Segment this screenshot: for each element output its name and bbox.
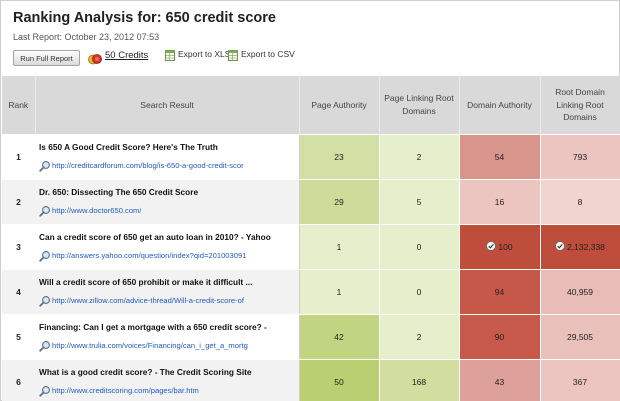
domain-authority-cell: 16 <box>458 178 541 225</box>
page-authority-cell: 42 <box>298 313 380 360</box>
search-result-cell: Will a credit score of 650 prohibit or m… <box>35 268 299 314</box>
rank-cell: 3 <box>2 223 35 269</box>
report-panel: Ranking Analysis for: 650 credit score L… <box>0 0 620 401</box>
page-linking-root-domains-cell: 0 <box>378 268 460 315</box>
table-body: 1 Is 650 A Good Credit Score? Here's The… <box>2 133 620 401</box>
check-circle-icon <box>486 241 497 251</box>
table-row: 1 Is 650 A Good Credit Score? Here's The… <box>2 133 620 180</box>
rank-cell: 4 <box>2 268 35 314</box>
search-result-cell: Financing: Can I get a mortgage with a 6… <box>35 313 299 359</box>
domain-authority-cell: 100 <box>458 223 541 270</box>
magnifier-icon[interactable] <box>39 205 51 217</box>
result-title[interactable]: What is a good credit score? - The Credi… <box>39 367 299 377</box>
column-header-page-linking-root-domains[interactable]: Page Linking Root Domains <box>379 76 460 134</box>
coins-icon <box>88 54 102 65</box>
page-linking-root-domains-cell: 0 <box>378 223 460 270</box>
table-row: 3 Can a credit score of 650 get an auto … <box>2 223 620 270</box>
table-row: 6 What is a good credit score? - The Cre… <box>2 358 620 401</box>
page-title: Ranking Analysis for: 650 credit score <box>13 10 276 26</box>
search-result-cell: Can a credit score of 650 get an auto lo… <box>35 223 299 269</box>
table-row: 4 Will a credit score of 650 prohibit or… <box>2 268 620 315</box>
domain-authority-cell: 43 <box>458 358 541 401</box>
result-title[interactable]: Dr. 650: Dissecting The 650 Credit Score <box>39 187 299 197</box>
rank-cell: 6 <box>2 358 35 401</box>
table-header-row: Rank Search Result Page Authority Page L… <box>2 76 620 134</box>
result-title[interactable]: Will a credit score of 650 prohibit or m… <box>39 277 299 287</box>
magnifier-icon[interactable] <box>39 385 51 397</box>
root-domain-linking-root-domains-cell: 367 <box>539 358 620 401</box>
page-linking-root-domains-cell: 5 <box>378 178 460 225</box>
metric-value: 2,132,338 <box>567 242 605 252</box>
domain-authority-cell: 94 <box>458 268 541 315</box>
domain-authority-cell: 54 <box>458 133 541 180</box>
spreadsheet-icon <box>165 50 175 61</box>
export-csv-link[interactable]: Export to CSV <box>241 49 295 59</box>
result-url-row: http://www.doctor650.com/ <box>39 205 299 217</box>
result-url-link[interactable]: http://creditcardforum.com/blog/is-650-a… <box>52 161 244 170</box>
result-url-link[interactable]: http://www.creditscoring.com/pages/bar.h… <box>52 386 199 395</box>
credits-link[interactable]: 50 Credits <box>105 50 148 61</box>
result-url-row: http://www.creditscoring.com/pages/bar.h… <box>39 385 299 397</box>
magnifier-icon[interactable] <box>39 250 51 262</box>
result-url-row: http://answers.yahoo.com/question/index?… <box>39 250 299 262</box>
result-url-link[interactable]: http://www.zillow.com/advice-thread/Will… <box>52 296 244 305</box>
column-header-domain-authority[interactable]: Domain Authority <box>459 76 541 134</box>
magnifier-icon[interactable] <box>39 340 51 352</box>
page-authority-cell: 1 <box>298 268 380 315</box>
search-result-cell: What is a good credit score? - The Credi… <box>35 358 299 401</box>
page-authority-cell: 1 <box>298 223 380 270</box>
search-result-cell: Dr. 650: Dissecting The 650 Credit Score… <box>35 178 299 224</box>
magnifier-icon[interactable] <box>39 295 51 307</box>
column-header-search-result[interactable]: Search Result <box>35 76 300 134</box>
page-authority-cell: 29 <box>298 178 380 225</box>
domain-authority-cell: 90 <box>458 313 541 360</box>
spreadsheet-icon <box>228 50 238 61</box>
root-domain-linking-root-domains-cell: 8 <box>539 178 620 225</box>
page-linking-root-domains-cell: 2 <box>378 133 460 180</box>
result-title[interactable]: Can a credit score of 650 get an auto lo… <box>39 232 299 242</box>
result-title[interactable]: Financing: Can I get a mortgage with a 6… <box>39 322 299 332</box>
page-authority-cell: 23 <box>298 133 380 180</box>
magnifier-icon[interactable] <box>39 160 51 172</box>
column-header-root-domain-linking-root-domains[interactable]: Root Domain Linking Root Domains <box>540 76 620 134</box>
column-header-page-authority[interactable]: Page Authority <box>299 76 380 134</box>
page-linking-root-domains-cell: 168 <box>378 358 460 401</box>
result-url-row: http://www.trulia.com/voices/Financing/c… <box>39 340 299 352</box>
run-full-report-button[interactable]: Run Full Report <box>13 50 80 66</box>
column-header-rank[interactable]: Rank <box>2 76 36 134</box>
root-domain-linking-root-domains-cell: 793 <box>539 133 620 180</box>
metric-value: 100 <box>498 242 513 252</box>
result-url-row: http://creditcardforum.com/blog/is-650-a… <box>39 160 299 172</box>
rank-cell: 5 <box>2 313 35 359</box>
search-result-cell: Is 650 A Good Credit Score? Here's The T… <box>35 133 299 179</box>
result-url-link[interactable]: http://www.trulia.com/voices/Financing/c… <box>52 341 248 350</box>
root-domain-linking-root-domains-cell: 40,959 <box>539 268 620 315</box>
rank-cell: 1 <box>2 133 35 179</box>
table-row: 5 Financing: Can I get a mortgage with a… <box>2 313 620 360</box>
result-url-row: http://www.zillow.com/advice-thread/Will… <box>39 295 299 307</box>
credits-label: 50 Credits <box>105 50 149 61</box>
rank-cell: 2 <box>2 178 35 224</box>
check-circle-icon <box>555 241 565 251</box>
page-authority-cell: 50 <box>298 358 380 401</box>
result-url-link[interactable]: http://www.doctor650.com/ <box>52 206 141 215</box>
root-domain-linking-root-domains-cell: 29,505 <box>539 313 620 360</box>
ranking-table: Rank Search Result Page Authority Page L… <box>2 76 620 401</box>
root-domain-linking-root-domains-cell: 2,132,338 <box>539 223 620 270</box>
report-toolbar: Run Full Report 50 Credits Export to XLS… <box>13 47 613 67</box>
last-report-timestamp: Last Report: October 23, 2012 07:53 <box>13 32 160 42</box>
result-url-link[interactable]: http://answers.yahoo.com/question/index?… <box>52 251 246 260</box>
result-title[interactable]: Is 650 A Good Credit Score? Here's The T… <box>39 142 299 152</box>
page-linking-root-domains-cell: 2 <box>378 313 460 360</box>
table-row: 2 Dr. 650: Dissecting The 650 Credit Sco… <box>2 178 620 225</box>
export-xls-link[interactable]: Export to XLS <box>178 49 230 59</box>
